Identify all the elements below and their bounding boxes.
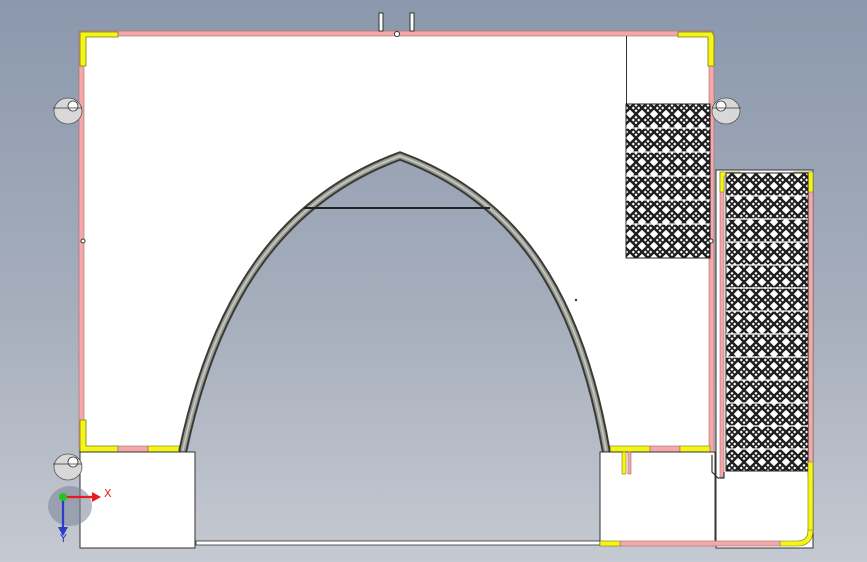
base-block-left[interactable]	[79, 451, 196, 549]
bottom-right-base-rail[interactable]	[619, 540, 781, 547]
caster-top-left[interactable]	[53, 97, 83, 125]
model-drawing[interactable]: X Y	[0, 0, 867, 562]
side-door-rail-left[interactable]	[719, 171, 725, 478]
bottom-left-rail[interactable]	[117, 445, 149, 453]
bottom-right-rail-start[interactable]	[609, 445, 651, 453]
cad-graphics-viewport[interactable]: X Y	[0, 0, 867, 562]
y-axis-dot	[59, 493, 67, 501]
side-door-rail-right[interactable]	[807, 171, 814, 478]
base-block-right[interactable]	[599, 451, 716, 545]
side-door-lower-rail[interactable]	[807, 461, 814, 533]
bottom-left-rail-end[interactable]	[147, 445, 185, 453]
caster-top-right[interactable]	[711, 97, 741, 125]
top-pin-right[interactable]	[409, 12, 415, 32]
caster-bottom-left[interactable]	[53, 453, 83, 481]
y-axis-label: Y	[59, 532, 67, 545]
main-panel[interactable]	[79, 31, 713, 453]
bottom-right-rail[interactable]	[649, 445, 681, 453]
bottom-right-rail-end[interactable]	[679, 445, 711, 453]
top-pin-left[interactable]	[378, 12, 384, 32]
support-post[interactable]	[621, 451, 627, 475]
bottom-right-base-rail-end[interactable]	[599, 540, 621, 547]
support-post-2[interactable]	[627, 451, 632, 475]
x-axis-label: X	[104, 487, 112, 500]
vertical-divider	[626, 36, 627, 106]
bottom-sill[interactable]	[195, 540, 601, 546]
mesh-panel-upper[interactable]	[625, 103, 711, 259]
